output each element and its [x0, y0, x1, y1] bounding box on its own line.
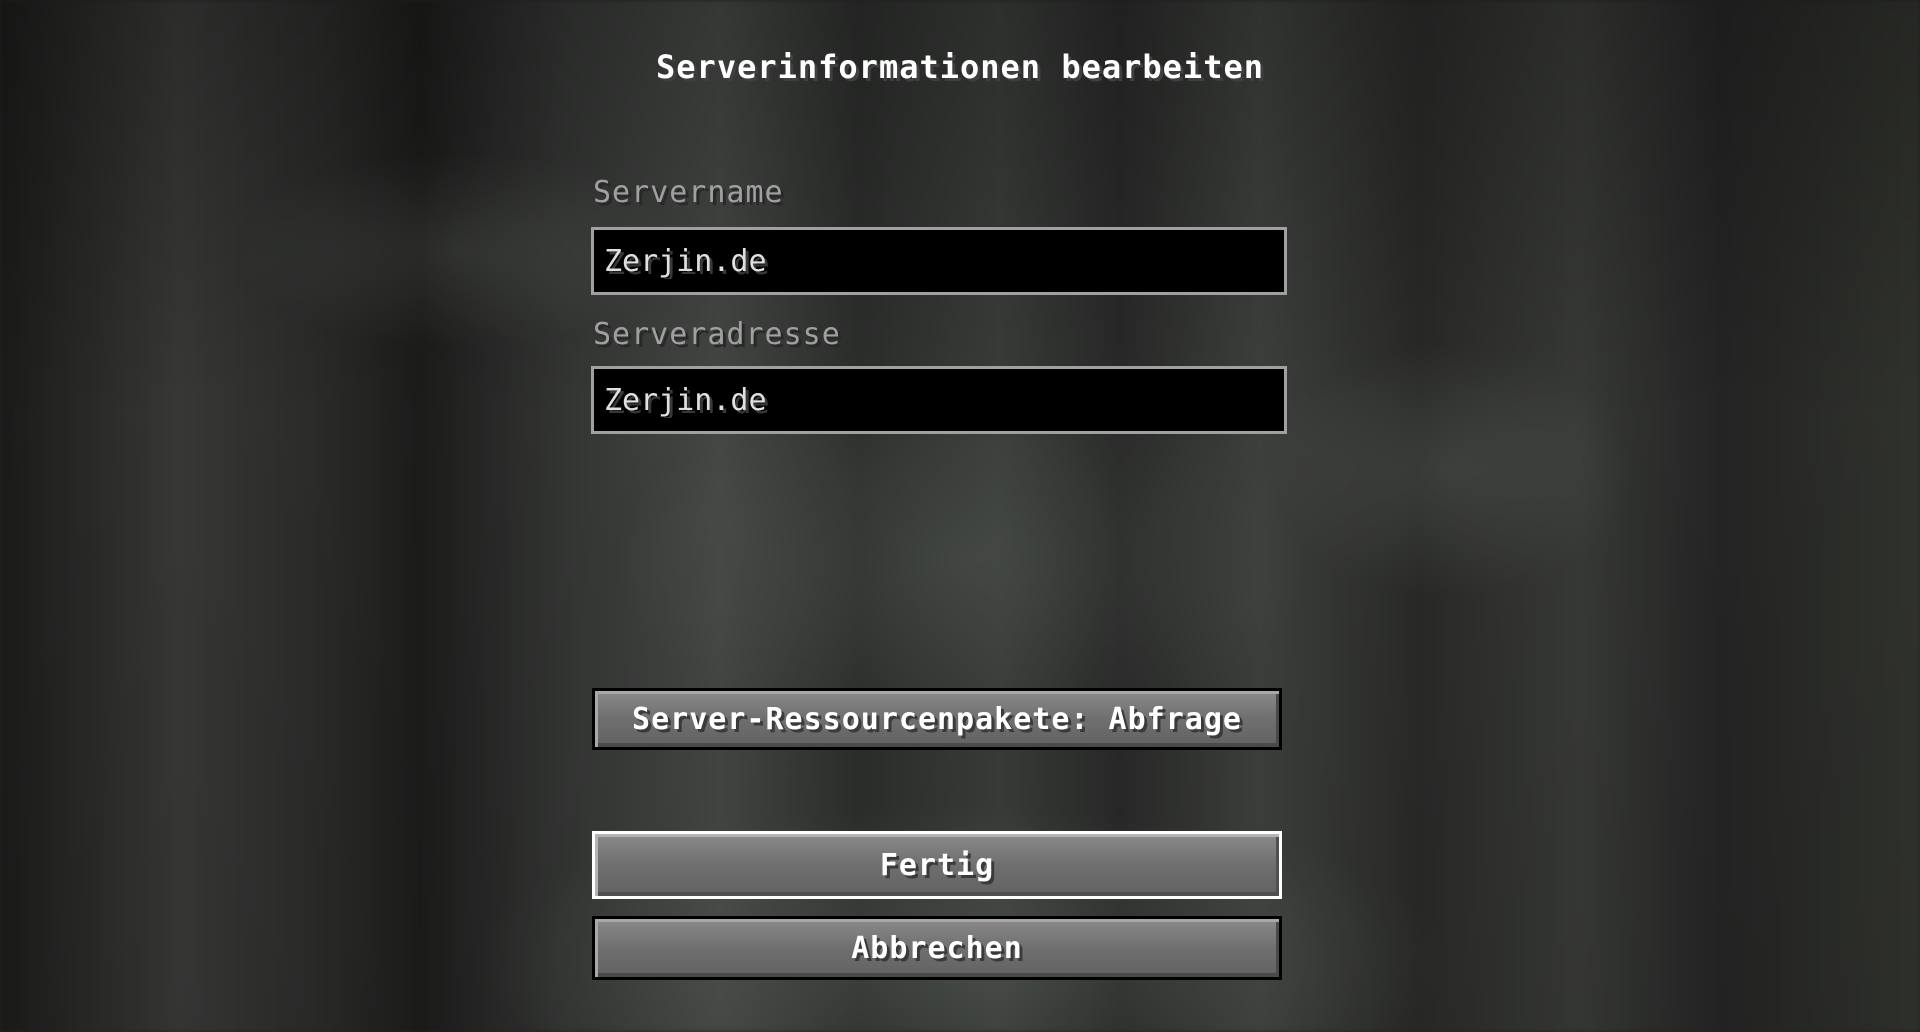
server-name-label: Servername [593, 175, 784, 210]
server-address-field[interactable] [591, 366, 1287, 434]
cancel-button[interactable]: Abbrechen [592, 916, 1282, 980]
server-name-input[interactable] [594, 230, 1284, 292]
server-address-label: Serveradresse [593, 317, 841, 352]
server-address-input[interactable] [594, 369, 1284, 431]
screen-title: Serverinformationen bearbeiten [656, 48, 1264, 86]
server-name-field[interactable] [591, 227, 1287, 295]
server-resource-packs-button[interactable]: Server-Ressourcenpakete: Abfrage [592, 688, 1282, 750]
done-button[interactable]: Fertig [592, 831, 1282, 899]
